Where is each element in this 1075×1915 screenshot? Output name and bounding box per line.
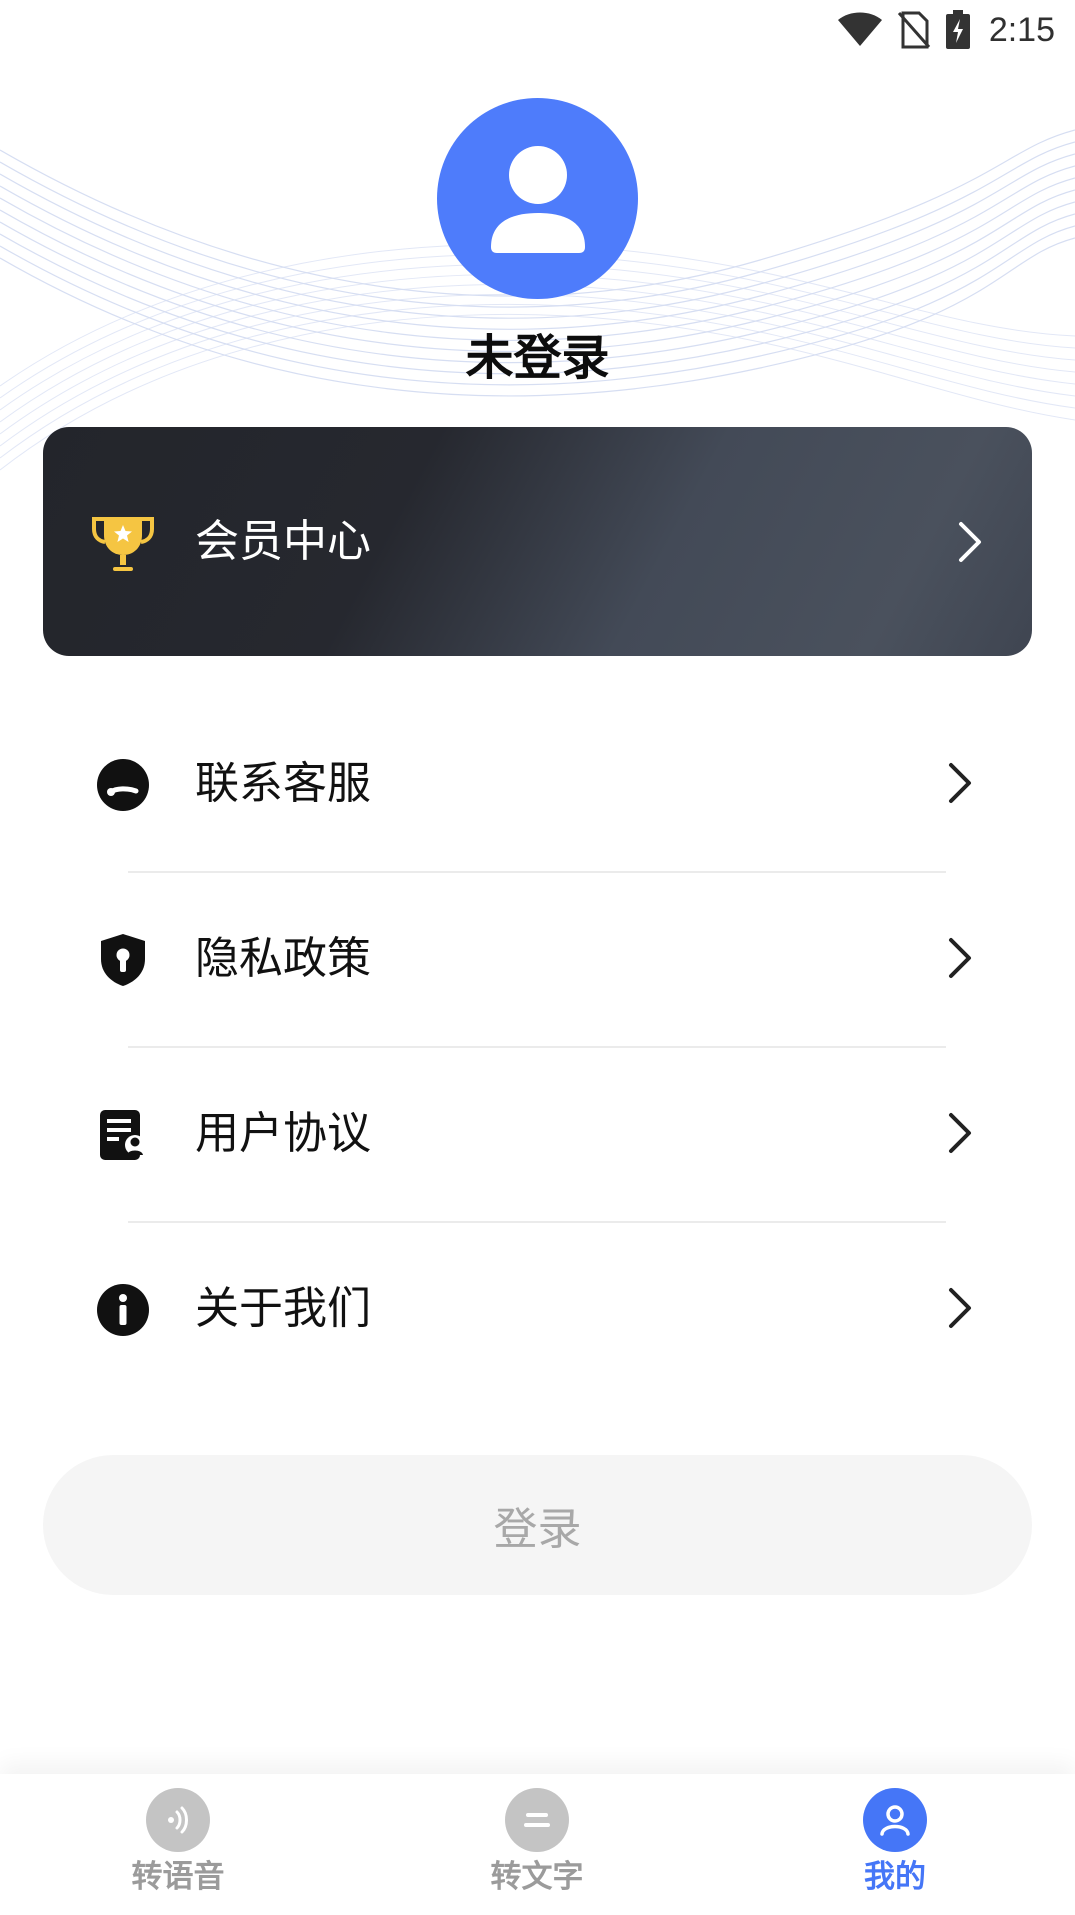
tab-to-text[interactable]: 转文字 xyxy=(437,1774,637,1915)
menu-item-privacy-policy[interactable]: 隐私政策 xyxy=(0,873,1075,1048)
menu-item-label: 用户协议 xyxy=(195,1108,371,1159)
user-icon xyxy=(863,1788,927,1852)
vip-center-card[interactable]: 会员中心 xyxy=(43,427,1032,656)
no-sim-icon xyxy=(897,11,930,49)
vip-center-label: 会员中心 xyxy=(195,516,371,567)
chevron-right-icon xyxy=(949,763,971,803)
login-button[interactable]: 登录 xyxy=(43,1455,1032,1595)
info-icon xyxy=(96,1283,150,1337)
menu-item-label: 联系客服 xyxy=(195,758,371,809)
settings-menu: 联系客服 隐私政策 用户协议 关于我们 xyxy=(0,698,1075,1398)
chevron-right-icon xyxy=(949,938,971,978)
voice-wave-icon xyxy=(146,1788,210,1852)
document-user-icon xyxy=(96,1108,150,1162)
tab-label: 转语音 xyxy=(131,1859,225,1895)
bottom-tab-bar: 转语音 转文字 我的 xyxy=(0,1774,1075,1915)
text-lines-icon xyxy=(505,1788,569,1852)
avatar[interactable] xyxy=(437,98,638,299)
wifi-icon xyxy=(837,12,882,46)
user-avatar-icon xyxy=(490,145,585,253)
chevron-right-icon xyxy=(949,1288,971,1328)
tab-mine[interactable]: 我的 xyxy=(795,1774,995,1915)
status-time: 2:15 xyxy=(988,10,1055,49)
menu-item-user-agreement[interactable]: 用户协议 xyxy=(0,1048,1075,1223)
headset-service-icon xyxy=(96,758,150,812)
menu-item-label: 隐私政策 xyxy=(195,933,371,984)
chevron-right-icon xyxy=(959,522,981,562)
tab-to-speech[interactable]: 转语音 xyxy=(78,1774,278,1915)
tab-label: 转文字 xyxy=(490,1859,584,1895)
status-bar: 2:15 xyxy=(837,0,1055,60)
menu-item-about-us[interactable]: 关于我们 xyxy=(0,1223,1075,1398)
trophy-icon xyxy=(92,517,154,571)
battery-charging-icon xyxy=(945,10,970,49)
menu-item-label: 关于我们 xyxy=(195,1283,371,1334)
username-label: 未登录 xyxy=(465,330,610,386)
chevron-right-icon xyxy=(949,1113,971,1153)
menu-item-contact-service[interactable]: 联系客服 xyxy=(0,698,1075,873)
shield-lock-icon xyxy=(96,933,150,987)
tab-label: 我的 xyxy=(864,1859,926,1895)
